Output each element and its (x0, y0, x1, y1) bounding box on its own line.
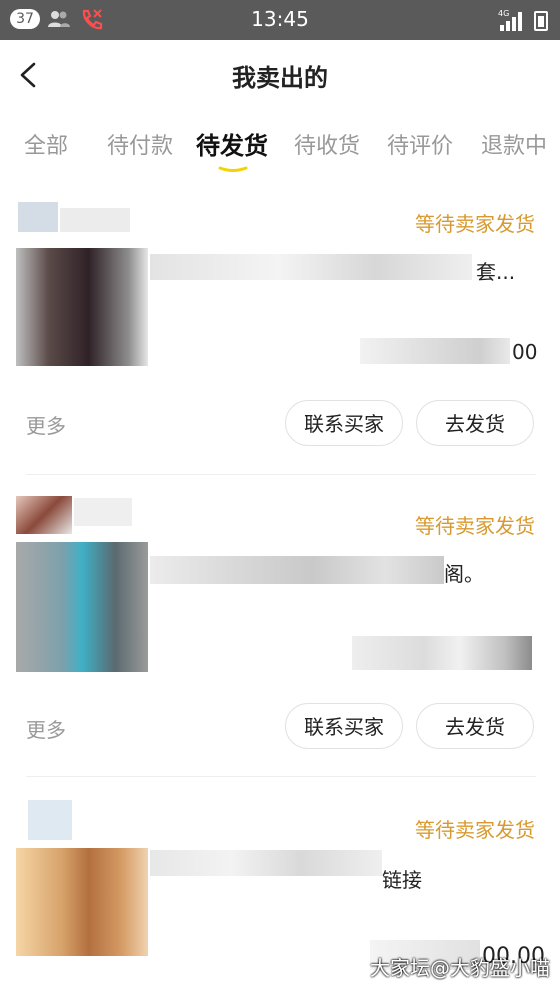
tab-pending-review[interactable]: 待评价 (387, 128, 453, 160)
status-icons: 4G (498, 9, 548, 31)
tab-refunding[interactable]: 退款中 (481, 128, 547, 160)
buyer-avatar[interactable] (18, 202, 58, 232)
price-blurred (360, 338, 510, 364)
more-link[interactable]: 更多 (26, 714, 66, 743)
nav-bar: 我卖出的 (0, 40, 560, 110)
card-divider (26, 776, 536, 777)
order-status: 等待卖家发货 (415, 514, 535, 538)
order-card[interactable]: 等待卖家发货 阁。 更多 联系买家 去发货 (0, 488, 560, 776)
card-divider (26, 474, 536, 475)
tab-pending-payment[interactable]: 待付款 (107, 128, 173, 160)
more-link[interactable]: 更多 (26, 410, 66, 439)
order-status: 等待卖家发货 (415, 212, 535, 236)
buyer-avatar[interactable] (28, 800, 72, 840)
tab-all[interactable]: 全部 (24, 128, 68, 160)
tab-pending-receipt[interactable]: 待收货 (294, 128, 360, 160)
ship-button[interactable]: 去发货 (416, 400, 534, 446)
price-blurred (352, 636, 532, 670)
tab-pending-shipment[interactable]: 待发货 (196, 126, 268, 161)
buyer-avatar[interactable] (16, 496, 72, 534)
contact-buyer-button[interactable]: 联系买家 (285, 703, 403, 749)
order-tabs: 全部 待付款 待发货 待收货 待评价 退款中 (0, 128, 560, 178)
signal-icon: 4G (498, 9, 528, 31)
status-bar: 37 13:45 4G (0, 0, 560, 40)
product-title-tail: 套... (476, 260, 516, 284)
watermark: 大家坛@大豹盛小喵 (370, 956, 550, 980)
product-image[interactable] (16, 848, 148, 956)
battery-icon (534, 11, 548, 31)
product-title-tail: 链接 (382, 868, 422, 892)
product-title-blurred (150, 850, 382, 876)
product-title-blurred (150, 254, 472, 280)
buyer-name-blurred (74, 498, 132, 526)
price-tail: 00 (512, 340, 538, 364)
product-image[interactable] (16, 542, 148, 672)
network-label: 4G (498, 9, 510, 18)
active-tab-indicator (218, 166, 248, 172)
clock: 13:45 (251, 7, 309, 31)
order-status: 等待卖家发货 (415, 818, 535, 842)
order-card[interactable]: 等待卖家发货 套... 00 更多 联系买家 去发货 (0, 190, 560, 475)
ship-button[interactable]: 去发货 (416, 703, 534, 749)
product-image[interactable] (16, 248, 148, 366)
page-title: 我卖出的 (232, 64, 328, 92)
buyer-name-blurred (60, 208, 130, 232)
product-title-blurred (150, 556, 444, 584)
contact-buyer-button[interactable]: 联系买家 (285, 400, 403, 446)
product-title-tail: 阁。 (444, 562, 484, 586)
